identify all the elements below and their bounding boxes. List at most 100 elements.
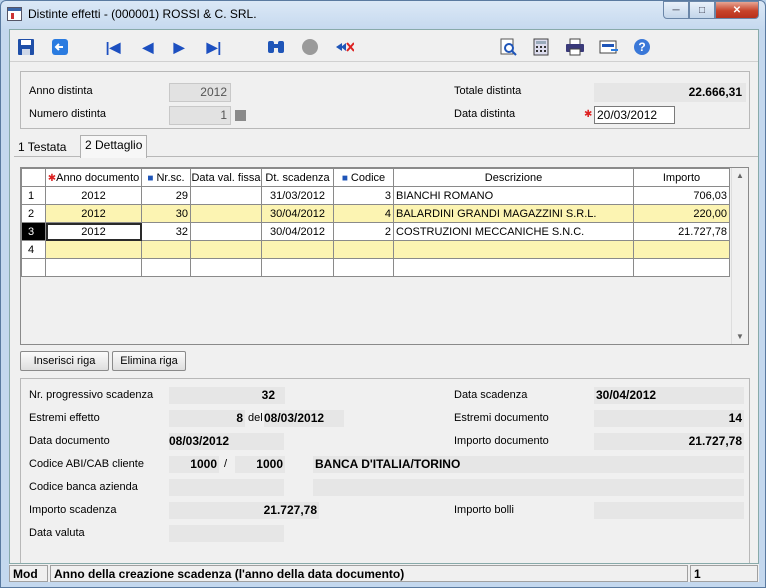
lookup-square-icon[interactable]	[235, 110, 246, 121]
title-bar: Distinte effetti - (000001) ROSSI & C. S…	[1, 1, 765, 27]
cell-descrizione[interactable]	[393, 240, 634, 259]
table-row[interactable]: 4	[21, 240, 730, 259]
cell-codice[interactable]: 4	[333, 204, 394, 223]
binoculars-icon: ■	[341, 172, 348, 184]
cell-data-val[interactable]	[190, 240, 262, 259]
cell-data-val[interactable]	[190, 222, 262, 241]
cell-nrsc[interactable]: 30	[141, 204, 191, 223]
cell-codice[interactable]	[333, 258, 394, 277]
table-row-selected[interactable]: 3 2012 32 30/04/2012 2 COSTRUZIONI MECCA…	[21, 222, 730, 241]
app-icon	[7, 7, 22, 21]
maximize-button[interactable]: □	[689, 1, 715, 19]
row-number[interactable]: 3	[21, 222, 46, 241]
col-importo[interactable]: Importo	[633, 168, 730, 187]
col-nr-sc[interactable]: ■ Nr.sc.	[141, 168, 191, 187]
data-scadenza-value: 30/04/2012	[594, 387, 744, 404]
cell-nrsc[interactable]: 32	[141, 222, 191, 241]
numero-distinta-label: Numero distinta	[29, 108, 107, 120]
cell-descrizione[interactable]: BIANCHI ROMANO	[393, 186, 634, 205]
first-record-icon[interactable]: |◀	[103, 37, 123, 57]
col-data-val-fissa[interactable]: Data val. fissa	[190, 168, 262, 187]
col-anno-documento[interactable]: ✱Anno documento	[45, 168, 142, 187]
detail-panel: Nr. progressivo scadenza 32 Data scadenz…	[20, 378, 750, 572]
cell-nrsc[interactable]: 29	[141, 186, 191, 205]
cell-importo[interactable]: 21.727,78	[633, 222, 730, 241]
tab-strip: 1 Testata 2 Dettaglio	[14, 135, 758, 158]
col-descrizione[interactable]: Descrizione	[393, 168, 634, 187]
cell-dt-scad[interactable]	[261, 258, 334, 277]
back-icon[interactable]	[50, 37, 70, 57]
col-codice[interactable]: ■ Codice	[333, 168, 394, 187]
cell-importo[interactable]	[633, 240, 730, 259]
data-distinta-label: Data distinta	[454, 108, 516, 120]
tab-testata[interactable]: 1 Testata	[14, 138, 70, 157]
calculator-icon[interactable]	[531, 37, 551, 57]
cell-codice[interactable]: 2	[333, 222, 394, 241]
cell-anno[interactable]: 2012	[45, 204, 142, 223]
cell-importo[interactable]	[633, 258, 730, 277]
cell-dt-scad[interactable]	[261, 240, 334, 259]
cell-dt-scad[interactable]: 30/04/2012	[261, 204, 334, 223]
status-page: 1	[690, 565, 758, 582]
cell-descrizione[interactable]: BALARDINI GRANDI MAGAZZINI S.R.L.	[393, 204, 634, 223]
row-number[interactable]: 2	[21, 204, 46, 223]
table-row[interactable]: 1 2012 29 31/03/2012 3 BIANCHI ROMANO 70…	[21, 186, 730, 205]
estremi-effetto-date: 08/03/2012	[264, 410, 344, 427]
client-area: |◀ ◀ ▶ ▶| ? Anno distinta 2012 Numero di…	[9, 29, 759, 581]
scroll-up-icon[interactable]: ▲	[736, 171, 744, 180]
delete-filter-icon[interactable]	[334, 37, 354, 57]
row-number[interactable]: 1	[21, 186, 46, 205]
importo-documento-label: Importo documento	[454, 435, 549, 447]
cell-descrizione[interactable]: COSTRUZIONI MECCANICHE S.N.C.	[393, 222, 634, 241]
cell-dt-scad[interactable]: 31/03/2012	[261, 186, 334, 205]
tab-dettaglio[interactable]: 2 Dettaglio	[80, 135, 148, 158]
scroll-down-icon[interactable]: ▼	[736, 332, 744, 341]
circle-icon[interactable]	[300, 37, 320, 57]
cell-anno[interactable]	[45, 258, 142, 277]
totale-distinta-value: 22.666,31	[594, 83, 746, 102]
cell-anno[interactable]	[45, 240, 142, 259]
help-icon[interactable]: ?	[632, 37, 652, 57]
importo-documento-value: 21.727,78	[594, 433, 744, 450]
cell-anno[interactable]: 2012	[45, 222, 142, 241]
previous-icon[interactable]: ◀	[138, 37, 158, 57]
binoculars-icon[interactable]	[266, 37, 286, 57]
cell-dt-scad[interactable]: 30/04/2012	[261, 222, 334, 241]
numero-distinta-field[interactable]: 1	[169, 106, 231, 125]
print-icon[interactable]	[565, 37, 585, 57]
row-number[interactable]	[21, 258, 46, 277]
codice-banca-azienda-label: Codice banca azienda	[29, 481, 138, 493]
table-row[interactable]: 2 2012 30 30/04/2012 4 BALARDINI GRANDI …	[21, 204, 730, 223]
col-dt-scadenza[interactable]: Dt. scadenza	[261, 168, 334, 187]
status-bar: Mod Anno della creazione scadenza (l'ann…	[9, 563, 759, 582]
estremi-documento-label: Estremi documento	[454, 412, 549, 424]
inserisci-riga-button[interactable]: Inserisci riga	[20, 351, 109, 371]
export-icon[interactable]	[599, 37, 619, 57]
minimize-button[interactable]: ─	[663, 1, 689, 19]
cell-importo[interactable]: 220,00	[633, 204, 730, 223]
grid-vertical-scrollbar[interactable]: ▲ ▼	[731, 168, 748, 344]
cell-data-val[interactable]	[190, 258, 262, 277]
cell-nrsc[interactable]	[141, 258, 191, 277]
table-row-new[interactable]	[21, 258, 730, 277]
cell-data-val[interactable]	[190, 204, 262, 223]
svg-text:?: ?	[638, 40, 645, 54]
row-number[interactable]: 4	[21, 240, 46, 259]
data-distinta-input[interactable]: 20/03/2012	[594, 106, 675, 124]
save-icon[interactable]	[16, 37, 36, 57]
cell-descrizione[interactable]	[393, 258, 634, 277]
next-icon[interactable]: ▶	[169, 37, 189, 57]
elimina-riga-button[interactable]: Elimina riga	[112, 351, 186, 371]
anno-distinta-field[interactable]: 2012	[169, 83, 231, 102]
status-message: Anno della creazione scadenza (l'anno de…	[50, 565, 688, 582]
preview-icon[interactable]	[498, 37, 518, 57]
cell-anno[interactable]: 2012	[45, 186, 142, 205]
cell-codice[interactable]	[333, 240, 394, 259]
close-button[interactable]: ✕	[715, 1, 759, 19]
last-record-icon[interactable]: ▶|	[204, 37, 224, 57]
cell-data-val[interactable]	[190, 186, 262, 205]
cell-nrsc[interactable]	[141, 240, 191, 259]
cell-importo[interactable]: 706,03	[633, 186, 730, 205]
row-header-corner	[21, 168, 46, 187]
cell-codice[interactable]: 3	[333, 186, 394, 205]
